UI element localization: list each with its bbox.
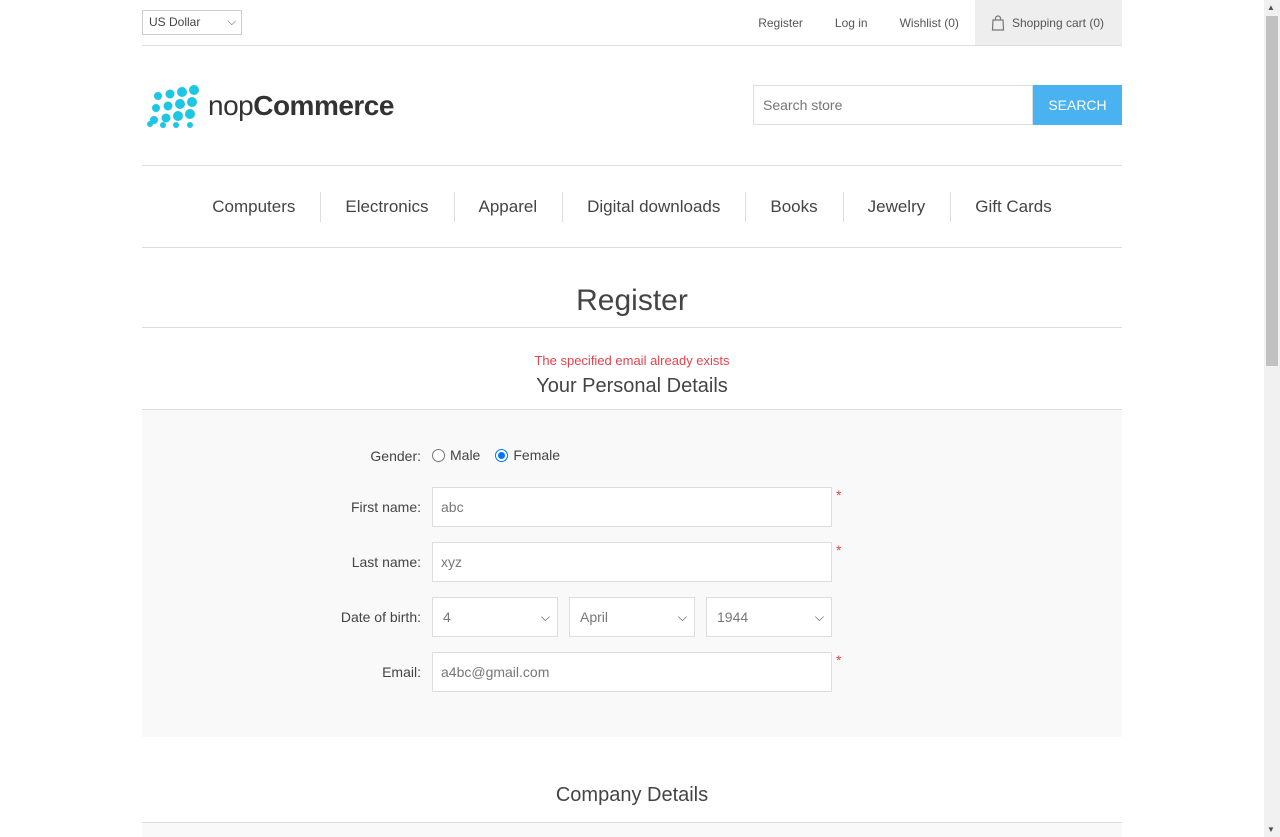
search-box: SEARCH <box>753 85 1122 125</box>
required-marker: * <box>836 652 842 668</box>
shopping-cart-label: Shopping cart (0) <box>1011 15 1104 30</box>
dob-month-value: April <box>580 609 609 625</box>
last-name-field[interactable]: xyz <box>432 542 832 582</box>
dob-day-value: 4 <box>443 609 451 625</box>
date-of-birth-label: Date of birth: <box>340 609 421 625</box>
personal-details-form: Gender: Male Female First name: abc * La… <box>142 410 1122 737</box>
gender-female-radio[interactable] <box>495 448 509 462</box>
menu-item-jewelry[interactable]: Jewelry <box>842 191 951 222</box>
first-name-label: First name: <box>350 499 421 515</box>
chevron-down-icon: ⌵ <box>227 16 236 28</box>
logo-text: nopCommerce <box>208 90 394 122</box>
required-marker: * <box>836 487 842 503</box>
login-link[interactable]: Log in <box>835 16 868 30</box>
chevron-down-icon: ⌵ <box>540 610 550 624</box>
company-details-title: Company Details <box>142 783 1122 823</box>
menu-item-electronics[interactable]: Electronics <box>320 191 453 222</box>
gender-label: Gender: <box>370 448 421 464</box>
shopping-cart-link[interactable]: Shopping cart (0) <box>974 0 1122 45</box>
search-input[interactable] <box>753 85 1033 125</box>
top-menu: Computers Electronics Apparel Digital do… <box>142 166 1122 248</box>
register-link[interactable]: Register <box>758 16 803 30</box>
page-container: US Dollar ⌵ Register Log in Wishlist (0)… <box>142 0 1122 837</box>
email-field[interactable]: a4bc@gmail.com <box>432 652 832 692</box>
page-title: Register <box>142 248 1122 328</box>
scroll-down-icon[interactable]: ▼ <box>1267 825 1275 834</box>
gender-options: Male Female <box>432 447 560 463</box>
chevron-down-icon: ⌵ <box>814 610 824 624</box>
menu-item-computers[interactable]: Computers <box>187 192 320 222</box>
dob-day-select[interactable]: 4 ⌵ <box>432 597 558 637</box>
first-name-field[interactable]: abc <box>432 487 832 527</box>
gender-female-label[interactable]: Female <box>513 447 560 463</box>
menu-item-apparel[interactable]: Apparel <box>453 191 563 222</box>
page-scrollbar[interactable]: ▲ ▼ <box>1264 0 1280 837</box>
chevron-down-icon: ⌵ <box>677 610 687 624</box>
shopping-bag-icon <box>991 14 1005 31</box>
company-details-form <box>142 823 1122 837</box>
currency-select[interactable]: US Dollar ⌵ <box>142 10 242 35</box>
wishlist-link[interactable]: Wishlist (0) <box>900 16 959 30</box>
search-button[interactable]: SEARCH <box>1033 85 1122 125</box>
currency-value: US Dollar <box>149 15 201 29</box>
header-links-bar: US Dollar ⌵ Register Log in Wishlist (0)… <box>142 0 1122 46</box>
gender-male-radio[interactable] <box>432 448 445 462</box>
menu-item-gift-cards[interactable]: Gift Cards <box>950 191 1077 222</box>
dob-year-value: 1944 <box>717 609 749 625</box>
gender-male-label[interactable]: Male <box>450 447 480 463</box>
required-marker: * <box>836 542 842 558</box>
email-label: Email: <box>382 664 421 680</box>
logo[interactable]: nopCommerce <box>144 84 394 128</box>
error-message: The specified email already exists <box>534 353 730 368</box>
header-main: nopCommerce SEARCH <box>142 46 1122 166</box>
dob-month-select[interactable]: April ⌵ <box>569 597 695 637</box>
logo-text-bold: Commerce <box>253 90 394 121</box>
logo-dots-icon <box>147 85 199 128</box>
menu-item-books[interactable]: Books <box>745 191 842 222</box>
last-name-label: Last name: <box>351 554 421 570</box>
personal-details-title: Your Personal Details <box>142 368 1122 410</box>
scrollbar-thumb[interactable] <box>1266 16 1278 366</box>
logo-text-light: nop <box>208 90 254 121</box>
header-links: Register Log in Wishlist (0) Shopping ca… <box>726 0 1122 45</box>
scroll-up-icon[interactable]: ▲ <box>1267 3 1275 12</box>
menu-item-digital-downloads[interactable]: Digital downloads <box>562 191 745 222</box>
dob-year-select[interactable]: 1944 ⌵ <box>706 597 832 637</box>
